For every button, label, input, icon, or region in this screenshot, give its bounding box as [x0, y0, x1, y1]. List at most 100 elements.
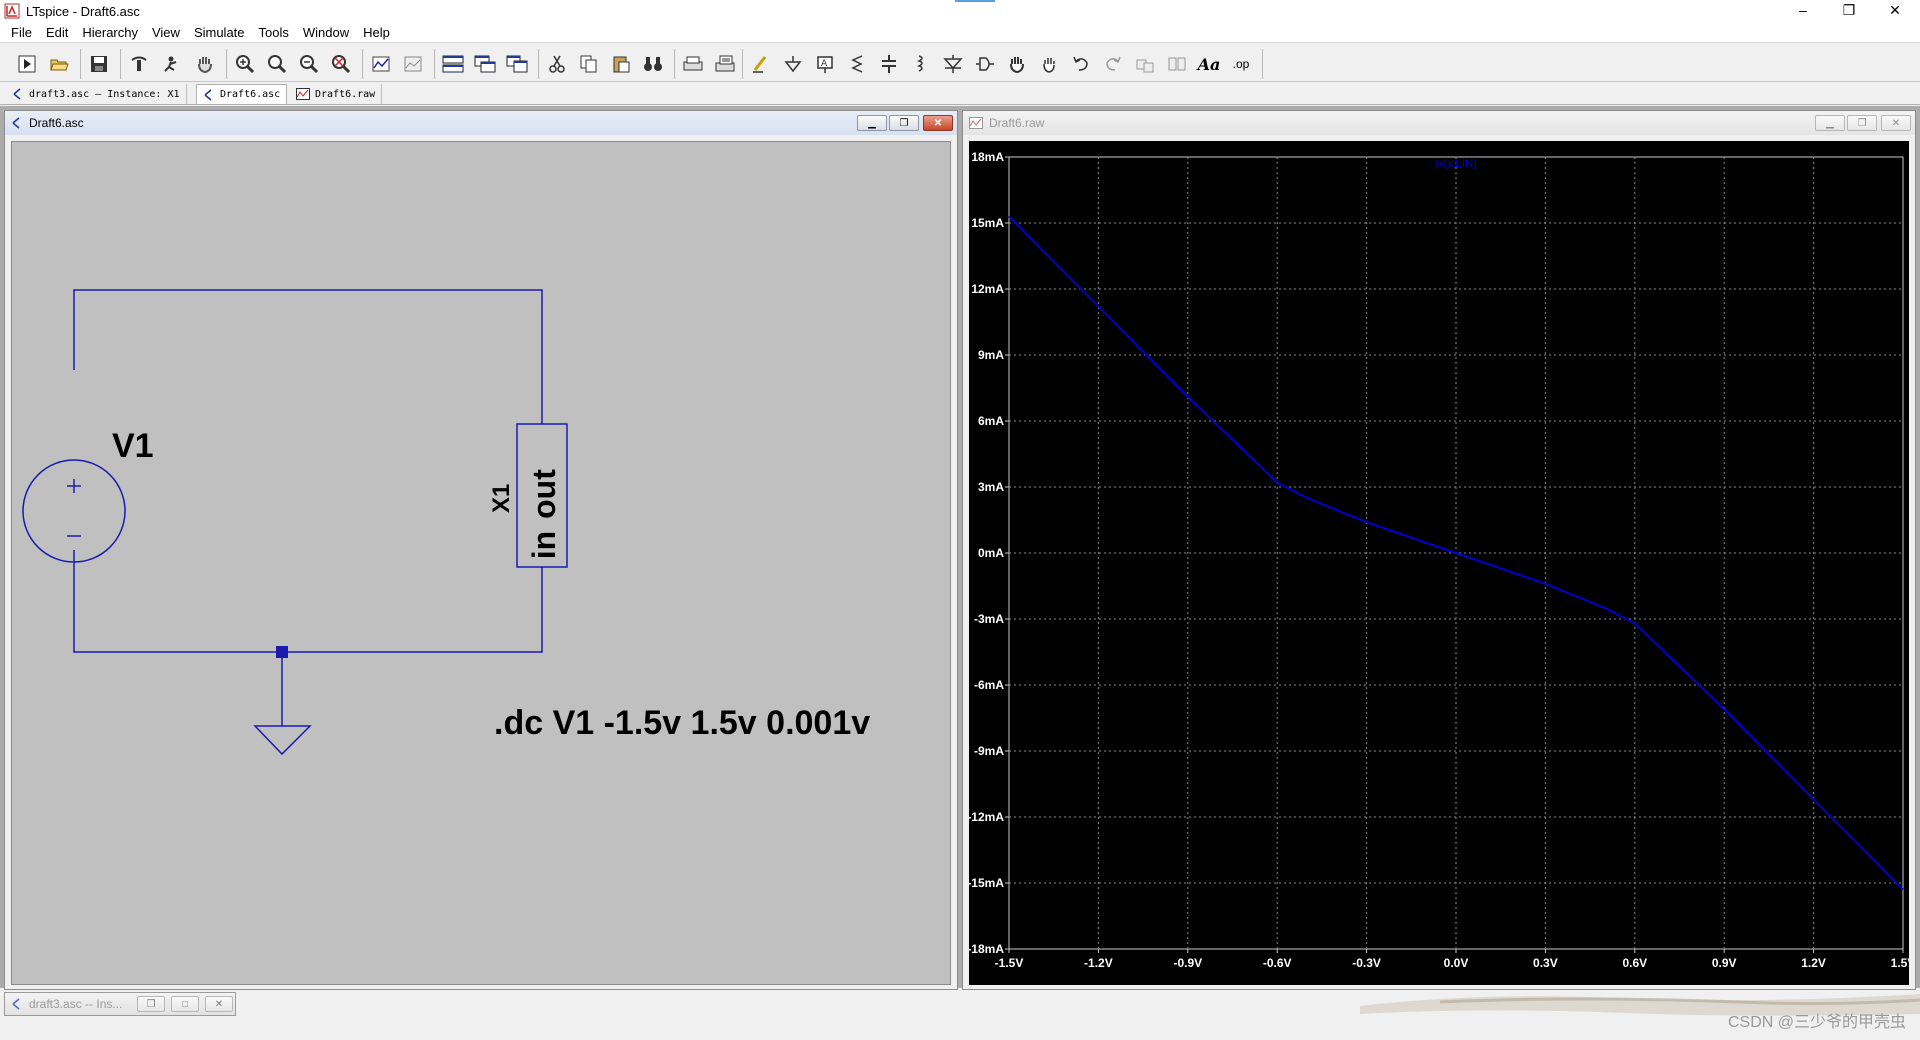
zoom-full-icon[interactable] — [264, 51, 290, 77]
x-tick-label: 1.2V — [1801, 956, 1826, 970]
menu-simulate[interactable]: Simulate — [187, 25, 252, 40]
ground-icon[interactable] — [780, 51, 806, 77]
y-tick-label: -6mA — [974, 678, 1004, 692]
svg-text:A: A — [821, 59, 828, 69]
x-tick-label: -0.9V — [1173, 956, 1202, 970]
y-tick-label: -15mA — [969, 876, 1004, 890]
tile-horizontal-icon[interactable] — [440, 51, 466, 77]
schematic-icon — [12, 998, 20, 1010]
plot-settings-icon[interactable] — [400, 51, 426, 77]
minimized-window-draft3[interactable]: draft3.asc -- Ins... ❐ □ ✕ — [4, 992, 236, 1016]
resistor-icon[interactable] — [844, 51, 870, 77]
voltage-source-symbol — [22, 459, 126, 563]
minimized-restore-button[interactable]: ❐ — [137, 996, 165, 1012]
zoom-in-icon[interactable] — [232, 51, 258, 77]
menu-edit[interactable]: Edit — [39, 25, 75, 40]
waveform-close-button[interactable]: ✕ — [1881, 115, 1911, 131]
schematic-icon — [12, 117, 20, 129]
tab-label: Draft6.asc — [220, 89, 281, 100]
menu-tools[interactable]: Tools — [252, 25, 296, 40]
inductor-icon[interactable] — [908, 51, 934, 77]
wire-top — [73, 289, 543, 424]
waveform-plot[interactable]: -1.5V -1.2V -0.9V -0.6V -0.3V 0.0V 0.3V 0.6V 0.9… — [969, 141, 1909, 985]
mdi-workspace: Draft6.asc ▁ ❐ ✕ V1 X1 out in .dc V1 -1.… — [0, 106, 1920, 990]
waveform-caption: Draft6.raw ▁ ❐ ✕ — [963, 111, 1915, 135]
schematic-title: Draft6.asc — [29, 116, 84, 130]
cut-icon[interactable] — [544, 51, 570, 77]
save-icon[interactable] — [86, 51, 112, 77]
open-folder-icon[interactable] — [46, 51, 72, 77]
minimized-window-title: draft3.asc -- Ins... — [29, 997, 123, 1011]
wire-bottom — [73, 550, 543, 653]
redo-icon[interactable] — [1100, 51, 1126, 77]
plot-svg: -1.5V -1.2V -0.9V -0.6V -0.3V 0.0V 0.3V 0.6V 0.9… — [969, 150, 1909, 970]
schematic-canvas[interactable]: V1 X1 out in .dc V1 -1.5v 1.5v 0.001v — [11, 141, 951, 985]
minimized-close-button[interactable]: ✕ — [205, 996, 233, 1012]
plus-sign — [67, 479, 81, 493]
autorange-icon[interactable] — [368, 51, 394, 77]
control-panel-icon[interactable] — [126, 51, 152, 77]
diode-icon[interactable] — [940, 51, 966, 77]
pan-hand-icon[interactable] — [192, 51, 218, 77]
text-icon[interactable]: Aa — [1196, 51, 1222, 77]
tab-draft6-asc[interactable]: Draft6.asc — [196, 84, 288, 104]
schematic-close-button[interactable]: ✕ — [923, 115, 953, 131]
wire-icon[interactable] — [748, 51, 774, 77]
x-tick-label: -1.2V — [1084, 956, 1113, 970]
menu-help[interactable]: Help — [356, 25, 397, 40]
mirror-icon[interactable] — [1164, 51, 1190, 77]
toolbar: A Aa .op — [0, 42, 1920, 82]
zoom-out-icon[interactable] — [296, 51, 322, 77]
menu-file[interactable]: File — [4, 25, 39, 40]
find-icon[interactable] — [640, 51, 666, 77]
schematic-icon — [204, 88, 212, 101]
maximize-button[interactable]: ❐ — [1826, 0, 1872, 22]
label-net-icon[interactable]: A — [812, 51, 838, 77]
schematic-minimize-button[interactable]: ▁ — [857, 115, 887, 131]
drag-icon[interactable] — [1036, 51, 1062, 77]
ground-symbol — [253, 725, 312, 756]
cascade-icon[interactable] — [472, 51, 498, 77]
copy-icon[interactable] — [576, 51, 602, 77]
waveform-window: Draft6.raw ▁ ❐ ✕ -1.5V -1.2V -0.9V -0.6V -0.… — [962, 110, 1916, 990]
x-tick-label: 0.6V — [1622, 956, 1647, 970]
x-tick-label: 0.0V — [1444, 956, 1469, 970]
y-tick-label: 3mA — [978, 480, 1004, 494]
close-button[interactable]: ✕ — [1872, 0, 1918, 22]
paste-icon[interactable] — [608, 51, 634, 77]
y-tick-label: 18mA — [971, 150, 1004, 164]
spice-directive-icon[interactable]: .op — [1228, 51, 1254, 77]
window-title: LTspice - Draft6.asc — [26, 3, 140, 19]
minimize-button[interactable]: – — [1780, 0, 1826, 22]
menu-hierarchy[interactable]: Hierarchy — [75, 25, 145, 40]
rotate-icon[interactable] — [1132, 51, 1158, 77]
y-tick-label: 6mA — [978, 414, 1004, 428]
watermark-text: CSDN @三少爷的甲壳虫 — [1727, 1014, 1906, 1031]
print-preview-icon[interactable] — [712, 51, 738, 77]
y-tick-label: -12mA — [969, 810, 1004, 824]
schematic-restore-button[interactable]: ❐ — [889, 115, 919, 131]
move-icon[interactable] — [1004, 51, 1030, 77]
halt-icon[interactable] — [158, 51, 184, 77]
capacitor-icon[interactable] — [876, 51, 902, 77]
waveform-minimize-button[interactable]: ▁ — [1815, 115, 1845, 131]
menu-bar: File Edit Hierarchy View Simulate Tools … — [0, 22, 1920, 42]
component-icon[interactable] — [972, 51, 998, 77]
print-icon[interactable] — [680, 51, 706, 77]
minimized-maximize-button[interactable]: □ — [171, 996, 199, 1012]
tab-draft3-instance[interactable]: draft3.asc — Instance: X1 — [6, 84, 187, 104]
spice-directive-text: .dc V1 -1.5v 1.5v 0.001v — [494, 704, 870, 742]
x-tick-label: 0.9V — [1712, 956, 1737, 970]
zoom-cancel-icon[interactable] — [328, 51, 354, 77]
menu-view[interactable]: View — [145, 25, 187, 40]
tab-draft6-raw[interactable]: Draft6.raw — [290, 84, 383, 104]
source-label-v1: V1 — [112, 427, 154, 465]
schematic-caption: Draft6.asc ▁ ❐ ✕ — [5, 111, 957, 135]
waveform-restore-button[interactable]: ❐ — [1847, 115, 1877, 131]
run-icon[interactable] — [14, 51, 40, 77]
undo-icon[interactable] — [1068, 51, 1094, 77]
menu-window[interactable]: Window — [296, 25, 356, 40]
waveform-title: Draft6.raw — [989, 116, 1045, 130]
tile-vertical-icon[interactable] — [504, 51, 530, 77]
y-tick-label: 0mA — [978, 546, 1004, 560]
